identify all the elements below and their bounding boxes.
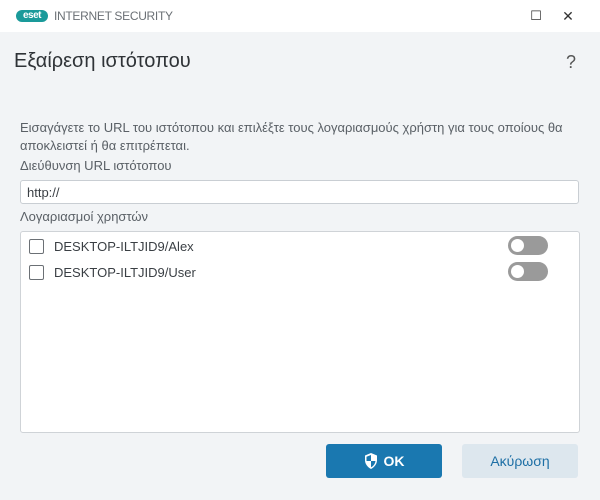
help-icon[interactable]: ? (566, 52, 576, 73)
cancel-button[interactable]: Ακύρωση (462, 444, 578, 478)
account-checkbox[interactable] (29, 238, 44, 254)
accounts-label: Λογαριασμοί χρηστών (20, 209, 149, 224)
account-toggle[interactable] (508, 236, 548, 255)
maximize-icon: ☐ (530, 8, 542, 23)
account-toggle[interactable] (508, 262, 548, 281)
shield-icon (364, 453, 377, 469)
maximize-button[interactable]: ☐ (521, 4, 551, 28)
title-bar: eset INTERNET SECURITY ☐ ✕ (0, 0, 600, 32)
accounts-list: DESKTOP-ILTJID9/Alex DESKTOP-ILTJID9/Use… (20, 231, 580, 433)
url-label: Διεύθυνση URL ιστότοπου (20, 158, 172, 173)
product-name: INTERNET SECURITY (54, 9, 173, 23)
close-icon: ✕ (562, 8, 574, 24)
cancel-label: Ακύρωση (490, 453, 550, 469)
account-name: DESKTOP-ILTJID9/Alex (54, 238, 194, 254)
list-item: DESKTOP-ILTJID9/User (29, 262, 569, 282)
url-input[interactable] (20, 180, 579, 204)
page-title: Εξαίρεση ιστότοπου (14, 50, 191, 72)
ok-label: OK (383, 453, 405, 469)
description: Εισαγάγετε το URL του ιστότοπου και επιλ… (20, 120, 563, 153)
account-checkbox[interactable] (29, 264, 44, 280)
ok-button[interactable]: OK (326, 444, 442, 478)
eset-logo: eset (16, 10, 48, 22)
close-button[interactable]: ✕ (553, 4, 583, 28)
list-item: DESKTOP-ILTJID9/Alex (29, 236, 569, 256)
account-name: DESKTOP-ILTJID9/User (54, 264, 196, 280)
